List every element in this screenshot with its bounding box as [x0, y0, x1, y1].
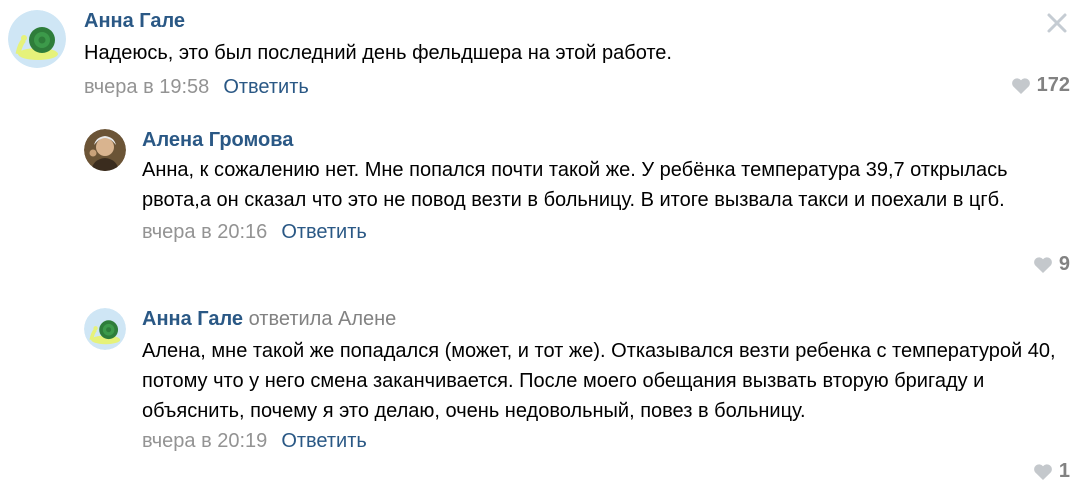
- like-button[interactable]: 9: [1033, 253, 1070, 276]
- like-count: 1: [1058, 460, 1070, 482]
- reply-button[interactable]: Ответить: [281, 430, 367, 452]
- author-name[interactable]: Анна Гале: [142, 308, 243, 330]
- comment-date[interactable]: вчера в 20:19: [142, 430, 267, 452]
- heart-icon: [1033, 256, 1052, 273]
- author-name[interactable]: Анна Гале: [84, 10, 185, 32]
- comment-date[interactable]: вчера в 19:58: [84, 76, 209, 98]
- avatar[interactable]: [84, 308, 126, 350]
- avatar[interactable]: [84, 129, 126, 171]
- reply-to-label[interactable]: ответила Алене: [249, 308, 397, 330]
- comment-text: Анна, к сожалению нет. Мне попался почти…: [142, 159, 1008, 211]
- reply-button[interactable]: Ответить: [223, 76, 309, 98]
- comment-meta: вчера в 19:58 Ответить: [84, 74, 1070, 100]
- like-button[interactable]: 172: [1011, 74, 1070, 97]
- comment-text: Надеюсь, это был последний день фельдшер…: [84, 42, 672, 64]
- snail-avatar-icon: [84, 308, 126, 350]
- like-button[interactable]: 1: [1033, 460, 1070, 483]
- comment: Анна Гале ответила Алене Алена, мне тако…: [84, 306, 1070, 490]
- reply-button[interactable]: Ответить: [281, 221, 367, 243]
- author-name[interactable]: Алена Громова: [142, 129, 293, 151]
- comment-date[interactable]: вчера в 20:16: [142, 221, 267, 243]
- heart-icon: [1011, 77, 1030, 94]
- comment-text: Алена, мне такой же попадался (может, и …: [142, 340, 1056, 422]
- person-avatar-icon: [84, 129, 126, 171]
- snail-avatar-icon: [8, 10, 66, 68]
- heart-icon: [1033, 463, 1052, 480]
- comment-meta: вчера в 20:19 Ответить: [142, 428, 1070, 454]
- like-count: 172: [1036, 74, 1070, 96]
- author-line: Анна Гале ответила Алене: [142, 306, 1070, 332]
- comment: Анна Гале Надеюсь, это был последний ден…: [8, 8, 1070, 108]
- author-line: Анна Гале: [84, 8, 1070, 34]
- like-count: 9: [1058, 253, 1070, 275]
- author-line: Алена Громова: [142, 127, 1070, 153]
- comment: Алена Громова Анна, к сожалению нет. Мне…: [84, 127, 1070, 282]
- comment-meta: вчера в 20:16 Ответить: [142, 219, 1070, 245]
- avatar[interactable]: [8, 10, 66, 68]
